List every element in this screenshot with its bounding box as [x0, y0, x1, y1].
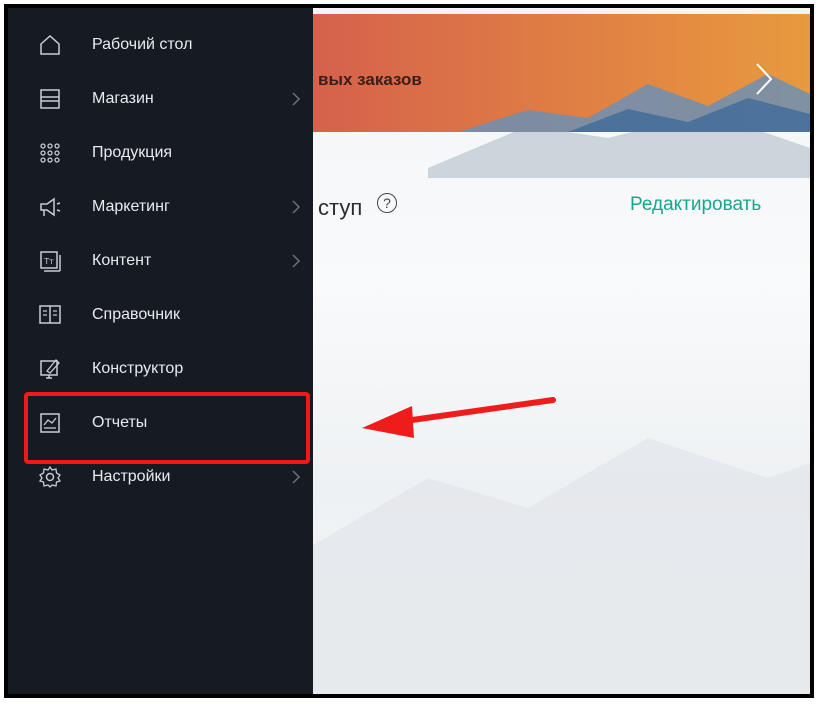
grid-icon — [40, 143, 60, 163]
sidebar-item-label: Конструктор — [92, 360, 184, 377]
sidebar-item-products[interactable]: Продукция — [8, 130, 313, 176]
chevron-right-icon[interactable] — [754, 62, 774, 96]
sidebar-item-label: Маркетинг — [92, 198, 170, 215]
store-icon — [40, 89, 60, 109]
sidebar-item-dashboard[interactable]: Рабочий стол — [8, 22, 313, 68]
chevron-right-icon — [292, 470, 301, 484]
design-icon — [40, 359, 60, 379]
sidebar-item-content[interactable]: Tт Контент — [8, 238, 313, 284]
banner-title: вых заказов — [318, 70, 422, 89]
sidebar-item-directory[interactable]: Справочник — [8, 292, 313, 338]
sidebar-item-label: Контент — [92, 252, 152, 269]
text-box-icon: Tт — [40, 251, 61, 272]
sidebar: Рабочий стол Магазин Продукция Маркетинг… — [8, 8, 313, 694]
svg-text:Tт: Tт — [43, 257, 54, 266]
chevron-right-icon — [292, 200, 301, 214]
section-title: ступ — [318, 195, 363, 220]
sidebar-item-constructor[interactable]: Конструктор — [8, 346, 313, 392]
screenshot-frame: вых заказов ступ ? Редактировать Рабочий… — [4, 4, 814, 698]
annotation-arrow-icon — [362, 397, 556, 438]
edit-link[interactable]: Редактировать — [630, 194, 761, 216]
megaphone-icon — [40, 197, 61, 217]
sidebar-item-label: Продукция — [92, 144, 173, 161]
sidebar-item-marketing[interactable]: Маркетинг — [8, 184, 313, 230]
sidebar-item-label: Рабочий стол — [92, 36, 193, 53]
sidebar-item-store[interactable]: Магазин — [8, 76, 313, 122]
sidebar-item-label: Магазин — [92, 90, 154, 107]
book-icon — [39, 305, 61, 324]
chevron-right-icon — [292, 92, 301, 106]
sidebar-item-label: Справочник — [92, 306, 180, 323]
reports-highlight-box — [24, 392, 310, 464]
help-icon[interactable]: ? — [377, 193, 397, 213]
home-icon — [40, 34, 60, 55]
sidebar-item-label: Настройки — [92, 468, 171, 485]
chevron-right-icon — [292, 254, 301, 268]
gear-icon — [38, 465, 62, 488]
